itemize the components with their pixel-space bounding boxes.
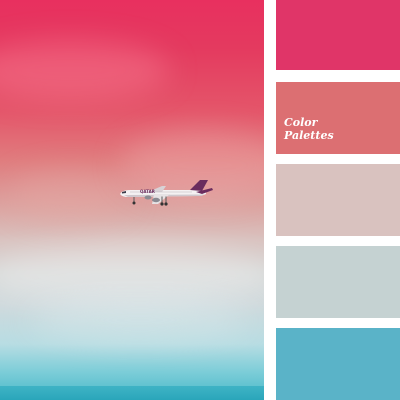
brand-line-2: Palettes: [284, 129, 334, 142]
cloud: [30, 300, 250, 340]
sky-photo: QATAR: [0, 0, 264, 400]
swatch-raspberry-pink: [276, 0, 400, 70]
sea-horizon: [0, 386, 264, 400]
cloud: [0, 245, 264, 305]
livery-text: QATAR: [140, 189, 155, 194]
swatch-dusty-pink: [276, 164, 400, 236]
swatch-pale-grey-blue: [276, 246, 400, 318]
brand-logo: Color Palettes: [284, 116, 334, 142]
brand-line-1: Color: [284, 116, 334, 129]
cloud: [0, 40, 170, 100]
swatch-sky-turquoise: [276, 328, 400, 400]
airplane-icon: QATAR: [118, 180, 214, 212]
cloud: [10, 170, 130, 220]
